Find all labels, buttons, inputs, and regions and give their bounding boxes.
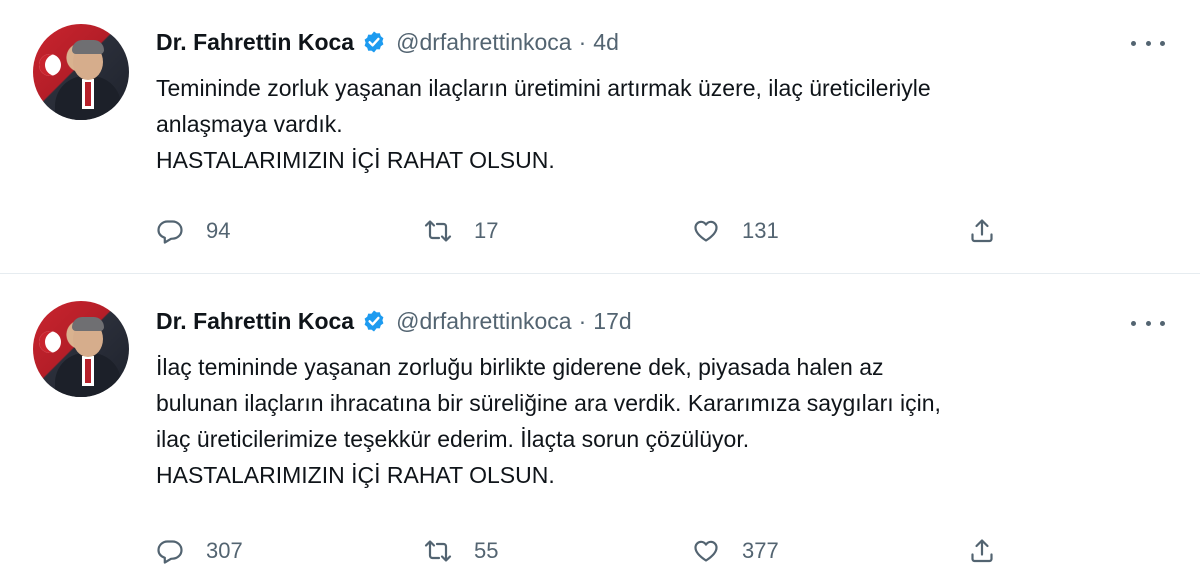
retweet-icon [424, 540, 452, 562]
tweet-actions: 94 17 131 [156, 214, 1176, 248]
author-name[interactable]: Dr. Fahrettin Koca [156, 308, 354, 335]
retweet-count: 17 [474, 218, 499, 243]
separator-dot: · [578, 28, 587, 55]
avatar[interactable] [33, 301, 129, 397]
verified-badge-icon [364, 31, 384, 53]
reply-count: 307 [206, 538, 243, 563]
tweet-text-line: HASTALARIMIZIN İÇİ RAHAT OLSUN. [156, 462, 555, 488]
tweet-text-line: ilaç üreticilerimize teşekkür ederim. İl… [156, 426, 750, 452]
tweet-text-line: Temininde zorluk yaşanan ilaçların üreti… [156, 75, 931, 101]
author-name[interactable]: Dr. Fahrettin Koca [156, 29, 354, 56]
author-handle[interactable]: @drfahrettinkoca [396, 29, 572, 56]
like-button[interactable]: 377 [692, 534, 779, 568]
reply-icon [157, 540, 183, 564]
verified-badge-icon [364, 310, 384, 332]
tweet-text: İlaç temininde yaşanan zorluğu birlikte … [156, 349, 1176, 493]
author-handle[interactable]: @drfahrettinkoca [396, 308, 572, 335]
tweet-header: Dr. Fahrettin Koca @drfahrettinkoca · 4d [156, 27, 619, 57]
like-heart-icon [694, 540, 718, 562]
reply-count: 94 [206, 218, 231, 243]
tweet-text: Temininde zorluk yaşanan ilaçların üreti… [156, 70, 1176, 178]
more-options-icon[interactable] [1131, 33, 1165, 53]
more-options-icon[interactable] [1131, 313, 1165, 333]
tweet-timestamp[interactable]: 4d [593, 29, 619, 56]
tweet[interactable]: Dr. Fahrettin Koca @drfahrettinkoca · 17… [0, 275, 1200, 586]
reply-button[interactable]: 94 [156, 214, 230, 248]
tweet-text-line: İlaç temininde yaşanan zorluğu birlikte … [156, 354, 884, 380]
retweet-button[interactable]: 17 [424, 214, 498, 248]
share-button[interactable] [968, 214, 996, 248]
tweet-timestamp[interactable]: 17d [593, 308, 631, 335]
flag-crescent-icon [39, 331, 61, 353]
reply-button[interactable]: 307 [156, 534, 243, 568]
tweet-header: Dr. Fahrettin Koca @drfahrettinkoca · 17… [156, 306, 632, 336]
retweet-icon [424, 220, 452, 242]
like-count: 377 [742, 538, 779, 563]
tweet-text-line: anlaşmaya vardık. [156, 111, 343, 137]
tweet-actions: 307 55 377 [156, 534, 1176, 568]
like-button[interactable]: 131 [692, 214, 779, 248]
tweet-text-line: HASTALARIMIZIN İÇİ RAHAT OLSUN. [156, 147, 555, 173]
retweet-count: 55 [474, 538, 499, 563]
like-count: 131 [742, 218, 779, 243]
separator-dot: · [578, 307, 587, 334]
tweet[interactable]: Dr. Fahrettin Koca @drfahrettinkoca · 4d… [0, 0, 1200, 274]
avatar[interactable] [33, 24, 129, 120]
share-icon [971, 219, 993, 243]
share-button[interactable] [968, 534, 996, 568]
share-icon [971, 539, 993, 563]
reply-icon [157, 220, 183, 244]
like-heart-icon [694, 220, 718, 242]
flag-crescent-icon [39, 54, 61, 76]
retweet-button[interactable]: 55 [424, 534, 498, 568]
tweet-text-line: bulunan ilaçların ihracatına bir süreliğ… [156, 390, 941, 416]
